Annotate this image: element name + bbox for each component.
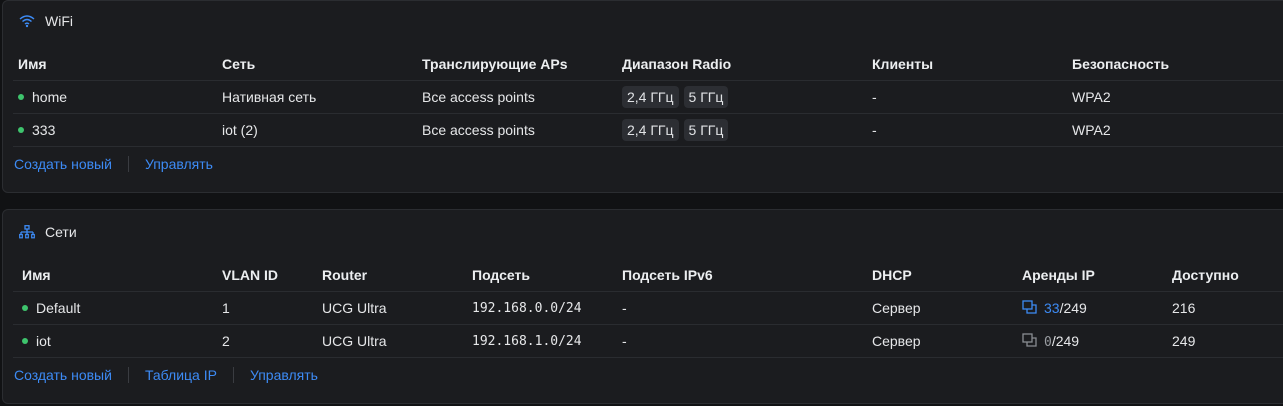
network-vlan: 2 [222, 333, 230, 349]
table-row[interactable]: iot 2 UCG Ultra 192.168.1.0/24 - Сервер … [13, 325, 1283, 358]
network-name-cell: Default [22, 292, 80, 324]
col-network[interactable]: Сеть [222, 48, 255, 80]
col-security[interactable]: Безопасность [1072, 48, 1169, 80]
wifi-aps: Все access points [422, 122, 535, 138]
wifi-actions: Создать новый Управлять [14, 156, 213, 172]
create-wifi-link[interactable]: Создать новый [14, 156, 112, 172]
wifi-panel-title: WiFi [45, 13, 73, 29]
status-dot [22, 305, 28, 311]
wifi-icon [19, 14, 35, 28]
manage-networks-link[interactable]: Управлять [250, 367, 318, 383]
col-router[interactable]: Router [322, 259, 367, 291]
networks-table: Имя VLAN ID Router Подсеть Подсеть IPv6 … [13, 259, 1283, 358]
wifi-name: 333 [32, 122, 56, 138]
network-subnet: 192.168.1.0/24 [472, 333, 582, 349]
network-leases: 0/249 [1022, 325, 1079, 357]
network-vlan: 1 [222, 300, 230, 316]
leases-used[interactable]: 33 [1044, 300, 1060, 316]
network-router: UCG Ultra [322, 300, 387, 316]
col-aps[interactable]: Транслирующие APs [422, 48, 568, 80]
col-subnet[interactable]: Подсеть [472, 259, 530, 291]
wifi-network: Нативная сеть [222, 89, 317, 105]
wifi-panel: WiFi Имя Сеть Транслирующие APs Диапазон… [2, 0, 1283, 193]
status-dot [18, 94, 24, 100]
network-available: 216 [1172, 300, 1196, 316]
leases-used: 0 [1044, 334, 1052, 350]
divider [127, 156, 129, 172]
networks-panel-header: Сети [19, 224, 77, 240]
wifi-security: WPA2 [1072, 89, 1111, 105]
ip-table-link[interactable]: Таблица IP [145, 367, 217, 383]
network-ipv6: - [622, 300, 627, 316]
leases-total: 249 [1055, 332, 1080, 349]
col-vlan[interactable]: VLAN ID [222, 259, 278, 291]
network-dhcp: Сервер [872, 333, 921, 349]
band-chip: 2,4 ГГц [622, 119, 679, 141]
col-dhcp[interactable]: DHCP [872, 259, 912, 291]
network-name-cell: iot [22, 325, 51, 357]
create-network-link[interactable]: Создать новый [14, 367, 112, 383]
wifi-security: WPA2 [1072, 122, 1111, 138]
band-chip: 2,4 ГГц [622, 86, 679, 108]
wifi-clients: - [872, 122, 877, 138]
network-ipv6: - [622, 333, 627, 349]
col-name[interactable]: Имя [18, 48, 47, 80]
status-dot [22, 338, 28, 344]
network-leases[interactable]: 33/249 [1022, 292, 1087, 324]
table-row[interactable]: home Нативная сеть Все access points 2,4… [13, 81, 1283, 114]
wifi-name-cell: home [18, 81, 67, 113]
manage-wifi-link[interactable]: Управлять [145, 156, 213, 172]
wifi-panel-header: WiFi [19, 13, 73, 29]
col-clients[interactable]: Клиенты [872, 48, 933, 80]
divider [232, 367, 234, 383]
col-name[interactable]: Имя [22, 259, 51, 291]
band-chip: 5 ГГц [683, 86, 729, 108]
network-router: UCG Ultra [322, 333, 387, 349]
col-subnet-ipv6[interactable]: Подсеть IPv6 [622, 259, 713, 291]
band-chip: 5 ГГц [683, 119, 729, 141]
lease-icon [1022, 299, 1038, 317]
wifi-aps: Все access points [422, 89, 535, 105]
col-available[interactable]: Доступно [1172, 259, 1239, 291]
network-name: Default [36, 300, 81, 316]
network-name: iot [36, 333, 51, 349]
wifi-clients: - [872, 89, 877, 105]
divider [127, 367, 129, 383]
lease-icon [1022, 332, 1038, 350]
network-subnet: 192.168.0.0/24 [472, 300, 582, 316]
wifi-table: Имя Сеть Транслирующие APs Диапазон Radi… [13, 48, 1283, 147]
networks-panel: Сети Имя VLAN ID Router Подсеть Подсеть … [2, 209, 1283, 404]
network-topology-icon [19, 225, 35, 239]
wifi-bands: 2,4 ГГц 5 ГГц [622, 81, 733, 113]
network-dhcp: Сервер [872, 300, 921, 316]
table-row[interactable]: Default 1 UCG Ultra 192.168.0.0/24 - Сер… [13, 292, 1283, 325]
col-leases[interactable]: Аренды IP [1022, 259, 1095, 291]
table-header: Имя VLAN ID Router Подсеть Подсеть IPv6 … [13, 259, 1283, 292]
networks-actions: Создать новый Таблица IP Управлять [14, 367, 318, 383]
wifi-name-cell: 333 [18, 114, 55, 146]
network-available: 249 [1172, 333, 1196, 349]
networks-panel-title: Сети [45, 224, 77, 240]
wifi-name: home [32, 89, 68, 105]
col-band[interactable]: Диапазон Radio [622, 48, 731, 80]
wifi-bands: 2,4 ГГц 5 ГГц [622, 114, 733, 146]
table-row[interactable]: 333 iot (2) Все access points 2,4 ГГц 5 … [13, 114, 1283, 147]
status-dot [18, 127, 24, 133]
table-header: Имя Сеть Транслирующие APs Диапазон Radi… [13, 48, 1283, 81]
leases-total: 249 [1063, 300, 1087, 316]
wifi-network: iot (2) [222, 122, 258, 138]
